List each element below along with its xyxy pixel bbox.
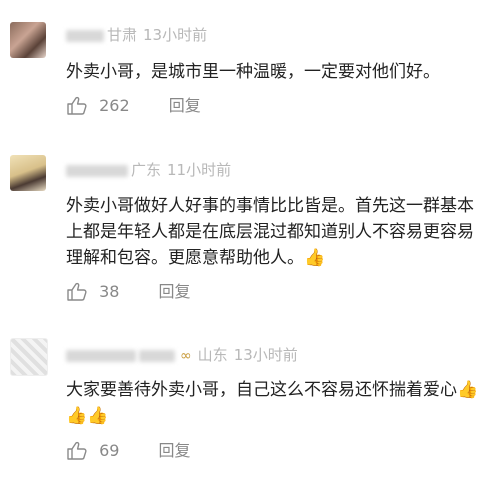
comment-text: 外卖小哥做好人好事的事情比比皆是。首先这一群基本上都是年轻人都是在底层混过都知道… xyxy=(66,196,474,268)
thumbs-up-icon[interactable] xyxy=(66,96,88,116)
timestamp: 13小时前 xyxy=(143,26,208,44)
comment-text: 外卖小哥，是城市里一种温暖，一定要对他们好。 xyxy=(66,62,440,82)
thumbs-up-icon[interactable] xyxy=(66,282,88,302)
timestamp: 11小时前 xyxy=(167,161,232,179)
reply-button[interactable]: 回复 xyxy=(159,441,191,460)
username-blurred[interactable] xyxy=(66,29,104,42)
reply-button[interactable]: 回复 xyxy=(169,96,201,115)
avatar[interactable] xyxy=(10,338,48,376)
thumbs-up-emoji-icon: 👍 xyxy=(66,406,88,426)
reply-button[interactable]: 回复 xyxy=(159,282,191,301)
location: 山东 xyxy=(197,346,228,364)
comment-actions: 38 回复 xyxy=(66,280,191,302)
avatar[interactable] xyxy=(10,155,46,191)
comment-meta: ∞ 山东 13小时前 xyxy=(66,345,298,365)
infinity-icon: ∞ xyxy=(180,348,192,364)
thumbs-up-emoji-icon: 👍 xyxy=(457,380,479,400)
username-blurred[interactable] xyxy=(66,349,136,362)
username-blurred[interactable] xyxy=(139,349,175,362)
thumbs-up-emoji-icon: 👍 xyxy=(87,406,109,426)
like-count: 38 xyxy=(99,281,120,301)
comment-actions: 262 回复 xyxy=(66,94,201,116)
comment-text: 大家要善待外卖小哥，自己这么不容易还怀揣着爱心👍👍👍 xyxy=(66,380,479,426)
comment-meta: 广东 11小时前 xyxy=(66,160,231,180)
timestamp: 13小时前 xyxy=(233,346,298,364)
like-count: 262 xyxy=(99,95,130,115)
location: 甘肃 xyxy=(107,26,138,44)
location: 广东 xyxy=(131,161,162,179)
thumbs-up-icon[interactable] xyxy=(66,441,88,461)
comment-actions: 69 回复 xyxy=(66,439,191,461)
like-count: 69 xyxy=(99,440,120,460)
thumbs-up-emoji-icon: 👍 xyxy=(304,248,326,268)
username-blurred[interactable] xyxy=(66,164,128,177)
avatar[interactable] xyxy=(10,22,46,58)
comment-meta: 甘肃 13小时前 xyxy=(66,25,207,45)
